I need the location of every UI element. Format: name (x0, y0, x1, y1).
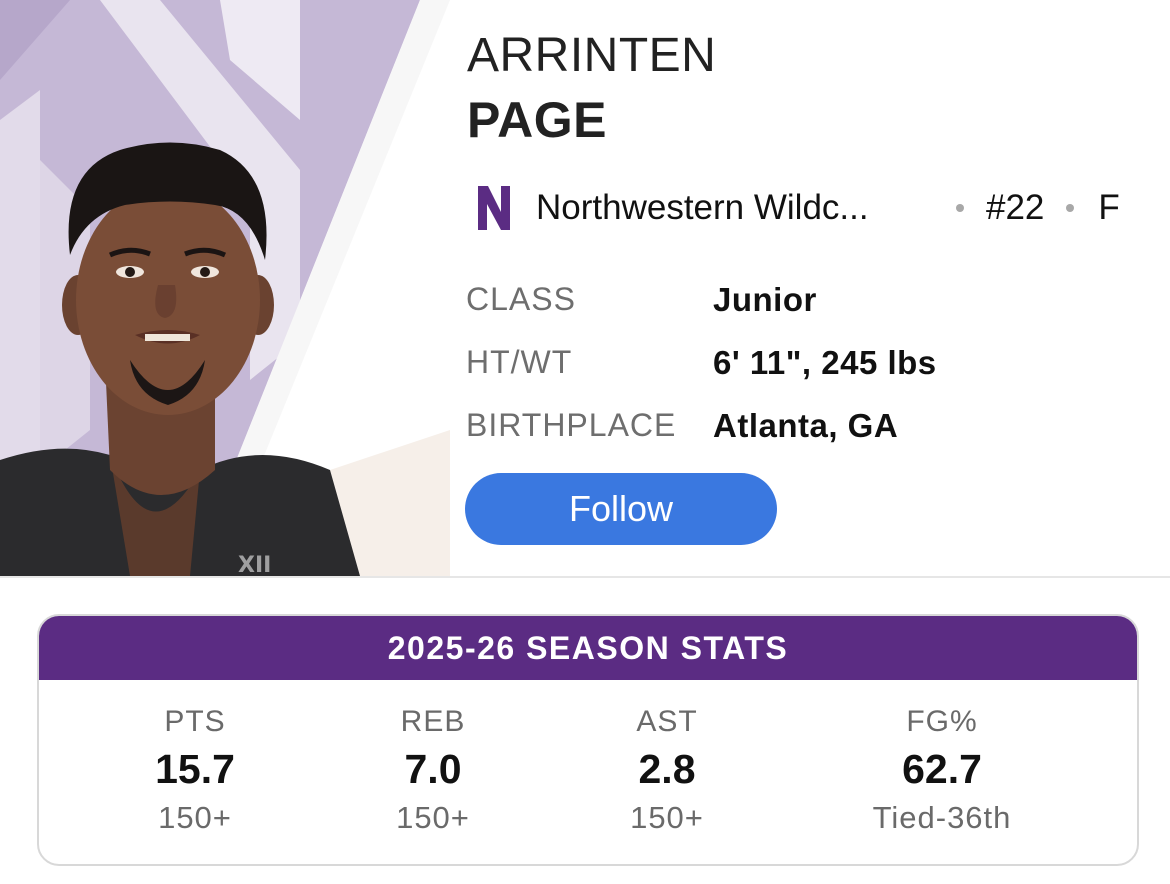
stat-value: 15.7 (155, 746, 235, 792)
player-position: F (1098, 188, 1120, 227)
stat-label: AST (636, 705, 698, 738)
stat-column-ast: AST 2.8 150+ (557, 702, 777, 840)
info-value: Atlanta, GA (713, 406, 899, 444)
player-headshot: XII (0, 0, 450, 576)
stat-column-reb: REB 7.0 150+ (323, 702, 543, 840)
stat-label: PTS (164, 705, 226, 738)
info-label: BIRTHPLACE (466, 407, 677, 443)
player-first-name: ARRINTEN (467, 29, 717, 82)
svg-text:XII: XII (238, 553, 271, 576)
team-row: Northwestern Wildc... #22 F (474, 178, 1154, 238)
info-label: HT/WT (466, 344, 573, 380)
player-info-table: CLASS Junior HT/WT 6' 11", 245 lbs BIRTH… (466, 268, 937, 457)
player-header: XII ARRINTEN PAGE Northwestern Wildc... … (0, 0, 1170, 576)
season-stats-title: 2025-26 SEASON STATS (39, 616, 1137, 680)
dot-separator-icon (956, 204, 964, 212)
follow-button[interactable]: Follow (465, 473, 777, 545)
stat-label: REB (400, 705, 466, 738)
player-last-name: PAGE (467, 92, 607, 148)
stat-rank: 150+ (396, 800, 470, 835)
info-value: Junior (713, 280, 817, 318)
info-value: 6' 11", 245 lbs (713, 343, 937, 381)
northwestern-n-logo-icon[interactable] (474, 180, 514, 236)
stat-value: 62.7 (902, 746, 982, 792)
stat-rank: Tied-36th (872, 800, 1012, 835)
info-row-class: CLASS Junior (466, 268, 937, 331)
stat-column-pts: PTS 15.7 150+ (85, 702, 305, 840)
stat-value: 2.8 (638, 746, 696, 792)
stat-value: 7.0 (404, 746, 462, 792)
stat-rank: 150+ (630, 800, 704, 835)
dot-separator-icon (1066, 204, 1075, 212)
divider (0, 576, 1170, 578)
stat-label: FG% (906, 705, 978, 738)
season-stats-card: 2025-26 SEASON STATS PTS 15.7 150+ REB 7… (37, 614, 1139, 866)
stat-rank: 150+ (158, 800, 232, 835)
info-row-birthplace: BIRTHPLACE Atlanta, GA (466, 394, 937, 457)
jersey-number: #22 (986, 188, 1045, 227)
stat-column-fg-pct: FG% 62.7 Tied-36th (832, 702, 1052, 840)
team-name-link[interactable]: Northwestern Wildc... (536, 188, 936, 228)
info-row-height-weight: HT/WT 6' 11", 245 lbs (466, 331, 937, 394)
info-label: CLASS (466, 281, 576, 317)
